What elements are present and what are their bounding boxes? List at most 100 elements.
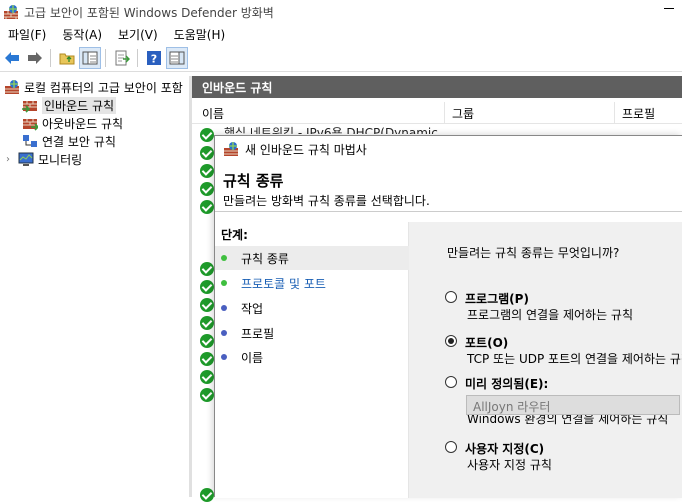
program-radio[interactable] [445,291,457,303]
option-port[interactable]: 포트(O) TCP 또는 UDP 포트의 연결을 제어하는 규칙 [445,334,682,368]
toolbar-separator [50,48,51,67]
tree-root[interactable]: 로컬 컴퓨터의 고급 보안이 포함 [4,78,183,96]
menu-view[interactable]: 보기(V) [110,26,166,43]
port-radio[interactable] [445,335,457,347]
monitoring-icon [18,152,34,166]
enabled-check-icon [200,280,214,294]
wizard-content-pane: 만들려는 규칙 종류는 무엇입니까? 프로그램(P) 프로그램의 연결을 제어하… [409,222,682,498]
step-action[interactable]: 작업 [215,296,409,320]
predefined-rule-select[interactable]: AllJoyn 라우터 [466,395,680,415]
enabled-check-icon [200,388,214,402]
option-label: 미리 정의됨(E): [465,377,549,391]
column-header-profile[interactable]: 프로필 [622,105,655,122]
firewall-icon [224,142,238,156]
enabled-check-icon [200,334,214,348]
step-label: 프로토콜 및 포트 [241,276,326,291]
step-label: 이름 [241,350,264,365]
enabled-check-icon [200,316,214,330]
back-button[interactable] [1,47,23,69]
step-dot-icon [221,305,227,311]
option-predefined[interactable]: 미리 정의됨(E): [445,375,682,395]
folder-up-icon [59,53,75,64]
step-protocol-ports[interactable]: 프로토콜 및 포트 [215,271,409,295]
forward-button[interactable] [24,47,46,69]
enabled-check-icon [200,298,214,312]
divider [215,211,682,212]
step-label: 규칙 종류 [241,251,289,266]
enabled-check-icon [200,370,214,384]
tree-item-label: 모니터링 [38,152,83,167]
menu-action[interactable]: 동작(A) [54,26,110,43]
expand-chevron-icon[interactable]: › [6,154,18,165]
window-title: 고급 보안이 포함된 Windows Defender 방화벽 [24,5,274,20]
enabled-check-icon [200,488,214,502]
step-profile[interactable]: 프로필 [215,321,409,345]
toolbar-separator [105,48,106,67]
tree-item-inbound-rules[interactable]: 인바운드 규칙 [22,96,117,114]
step-rule-type[interactable]: 규칙 종류 [215,246,409,270]
rules-pane-header: 인바운드 규칙 [192,76,682,98]
option-description: TCP 또는 UDP 포트의 연결을 제어하는 규칙 [467,352,682,366]
help-icon: ? [147,50,161,65]
steps-title: 단계: [221,228,248,242]
help-button[interactable]: ? [143,47,165,69]
column-header-name[interactable]: 이름 [202,105,224,122]
toolbar-separator [137,48,138,67]
enabled-check-icon [200,164,214,178]
inbound-rules-icon [22,101,37,113]
firewall-icon [5,80,19,94]
menu-file[interactable]: 파일(F) [0,26,54,43]
rule-type-question: 만들려는 규칙 종류는 무엇입니까? [447,246,620,260]
predefined-radio[interactable] [445,376,457,388]
enabled-check-icon [200,146,214,160]
show-action-pane-button[interactable] [166,46,188,69]
option-label: 프로그램(P) [465,292,529,306]
tree-item-outbound-rules[interactable]: 아웃바운드 규칙 [22,114,123,132]
wizard-heading: 규칙 종류 [223,172,284,190]
action-pane-icon [169,51,185,64]
tree-root-label: 로컬 컴퓨터의 고급 보안이 포함 [24,80,183,95]
column-headers: 이름 그룹 프로필 [192,102,682,124]
custom-radio[interactable] [445,441,457,453]
toolbar: ? [0,44,682,72]
tree-item-label: 아웃바운드 규칙 [42,116,124,131]
column-header-group[interactable]: 그룹 [452,105,474,122]
option-label: 포트(O) [465,336,509,350]
tree-item-monitoring[interactable]: › 모니터링 [6,150,82,168]
rule-row-name[interactable]: 핵심 네트워킹 - IPv6용 DHCP(Dynamic... [224,124,449,134]
tree-item-label: 연결 보안 규칙 [42,134,116,149]
outbound-rules-icon [23,119,38,131]
enabled-check-icon [200,262,214,276]
export-list-button[interactable] [111,47,133,69]
minimize-button[interactable] [664,8,674,9]
step-dot-icon [221,255,227,261]
option-description: 프로그램의 연결을 제어하는 규칙 [467,308,634,322]
tree-item-connection-security-rules[interactable]: 연결 보안 규칙 [22,132,116,150]
option-custom[interactable]: 사용자 지정(C) 사용자 지정 규칙 [445,440,682,474]
option-description: 사용자 지정 규칙 [467,458,552,472]
column-divider[interactable] [614,102,615,124]
step-dot-icon [221,354,227,360]
enabled-check-icon [200,352,214,366]
wizard-subtitle: 만들려는 방화벽 규칙 종류를 선택합니다. [223,194,430,208]
tree-item-label: 인바운드 규칙 [42,96,117,114]
up-folder-button[interactable] [56,47,78,69]
wizard-title: 새 인바운드 규칙 마법사 [245,142,367,157]
menu-help[interactable]: 도움말(H) [166,26,234,43]
option-program[interactable]: 프로그램(P) 프로그램의 연결을 제어하는 규칙 [445,290,682,324]
new-inbound-rule-wizard: 새 인바운드 규칙 마법사 규칙 종류 만들려는 방화벽 규칙 종류를 선택합니… [214,135,682,498]
column-divider[interactable] [444,102,445,124]
wizard-steps-pane: 단계: 규칙 종류 프로토콜 및 포트 작업 프로필 이름 [215,222,409,498]
console-tree: 로컬 컴퓨터의 고급 보안이 포함 인바운드 규칙 아웃바운드 규칙 연결 보안… [0,76,188,497]
wizard-title-bar: 새 인바운드 규칙 마법사 [215,136,682,162]
back-arrow-icon [5,51,19,64]
step-label: 프로필 [241,326,275,341]
export-icon [115,50,130,65]
svg-text:?: ? [151,52,157,65]
step-name[interactable]: 이름 [215,345,409,369]
enabled-check-icon [200,200,214,214]
enabled-check-icon [200,128,214,142]
enabled-check-icon [200,182,214,196]
step-label: 작업 [241,301,264,316]
show-hide-tree-button[interactable] [79,46,101,69]
